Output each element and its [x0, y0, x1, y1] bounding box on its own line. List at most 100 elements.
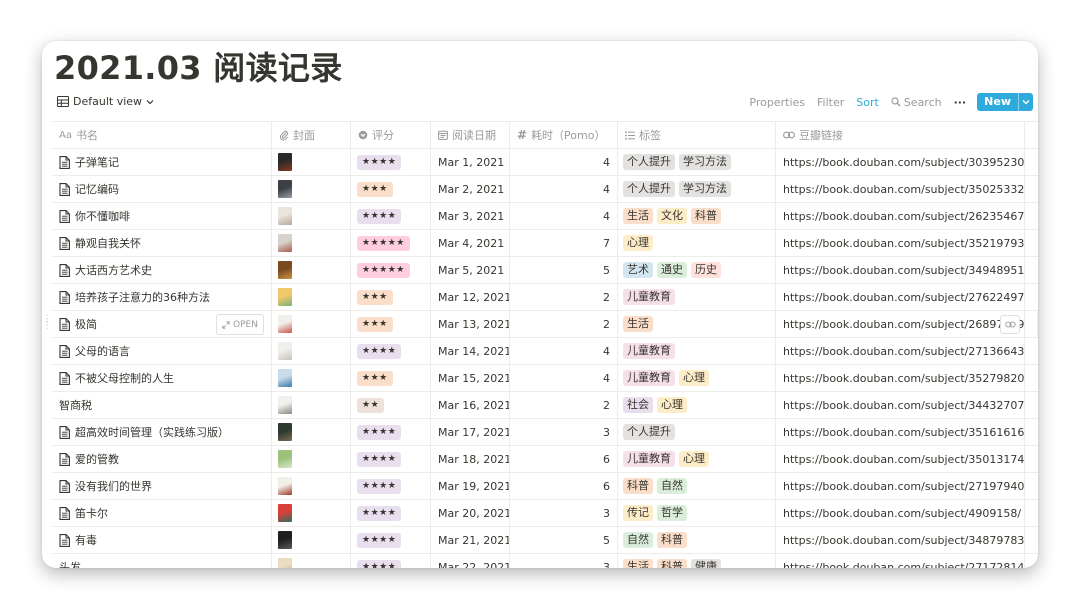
date-cell[interactable]: Mar 2, 2021	[431, 176, 510, 202]
date-cell[interactable]: Mar 15, 2021	[431, 365, 510, 391]
link-cell[interactable]: https://book.douban.com/subject/4909158/	[776, 500, 1025, 526]
time-cell[interactable]: 2	[510, 392, 618, 418]
cover-thumbnail[interactable]	[278, 477, 292, 495]
table-row[interactable]: 极简 ★★★ Mar 13, 2021 2 生活 https://book.douban.…	[42, 311, 1038, 338]
cover-thumbnail[interactable]	[278, 315, 292, 333]
sort-button[interactable]: Sort	[856, 96, 879, 109]
cover-cell[interactable]	[272, 257, 351, 283]
douban-link[interactable]: https://book.douban.com/subject/27136643…	[783, 345, 1024, 358]
cover-thumbnail[interactable]	[278, 153, 292, 171]
name-cell[interactable]: 智商税	[52, 392, 272, 418]
cover-thumbnail[interactable]	[278, 207, 292, 225]
time-cell[interactable]: 5	[510, 257, 618, 283]
name-cell[interactable]: 没有我们的世界	[52, 473, 272, 499]
cover-thumbnail[interactable]	[278, 342, 292, 360]
tags-cell[interactable]: 生活 文化 科普	[618, 203, 776, 229]
rating-cell[interactable]: ★★★★	[351, 149, 431, 175]
tags-cell[interactable]: 传记 哲学	[618, 500, 776, 526]
date-cell[interactable]: Mar 4, 2021	[431, 230, 510, 256]
name-cell[interactable]: 不被父母控制的人生	[52, 365, 272, 391]
douban-link[interactable]: https://book.douban.com/subject/35013174…	[783, 453, 1024, 466]
name-cell[interactable]: 静观自我关怀	[52, 230, 272, 256]
date-cell[interactable]: Mar 22, 2021	[431, 554, 510, 568]
cover-cell[interactable]	[272, 149, 351, 175]
rating-cell[interactable]: ★★★	[351, 365, 431, 391]
name-cell[interactable]: 培养孩子注意力的36种方法	[52, 284, 272, 310]
column-header-cover[interactable]: 封面	[272, 122, 351, 148]
link-cell[interactable]: https://book.douban.com/subject/34948951…	[776, 257, 1025, 283]
cover-thumbnail[interactable]	[278, 261, 292, 279]
column-header-date[interactable]: 阅读日期	[431, 122, 510, 148]
link-cell[interactable]: https://book.douban.com/subject/35219793…	[776, 230, 1025, 256]
rating-cell[interactable]: ★★★★	[351, 203, 431, 229]
new-dropdown-button[interactable]	[1018, 93, 1033, 111]
date-cell[interactable]: Mar 18, 2021	[431, 446, 510, 472]
date-cell[interactable]: Mar 17, 2021	[431, 419, 510, 445]
douban-link[interactable]: https://book.douban.com/subject/27197940…	[783, 480, 1024, 493]
column-header-link[interactable]: 豆瓣链接	[776, 122, 1025, 148]
rating-cell[interactable]: ★★★★★	[351, 257, 431, 283]
date-cell[interactable]: Mar 20, 2021	[431, 500, 510, 526]
douban-link[interactable]: https://book.douban.com/subject/34948951…	[783, 264, 1024, 277]
date-cell[interactable]: Mar 19, 2021	[431, 473, 510, 499]
tags-cell[interactable]: 科普 自然	[618, 473, 776, 499]
properties-button[interactable]: Properties	[749, 96, 805, 109]
tags-cell[interactable]: 社会 心理	[618, 392, 776, 418]
copy-link-button[interactable]	[1000, 315, 1020, 334]
link-cell[interactable]: https://book.douban.com/subject/34432707…	[776, 392, 1025, 418]
link-cell[interactable]: https://book.douban.com/subject/30395230…	[776, 149, 1025, 175]
cover-thumbnail[interactable]	[278, 423, 292, 441]
tags-cell[interactable]: 自然 科普	[618, 527, 776, 553]
cover-thumbnail[interactable]	[278, 396, 292, 414]
douban-link[interactable]: https://book.douban.com/subject/27172814…	[783, 561, 1024, 569]
tags-cell[interactable]: 个人提升 学习方法	[618, 149, 776, 175]
tags-cell[interactable]: 儿童教育	[618, 338, 776, 364]
table-row[interactable]: 笛卡尔 ★★★★ Mar 20, 2021 3 传记 哲学 https://book.dou…	[52, 500, 1038, 527]
time-cell[interactable]: 6	[510, 473, 618, 499]
tags-cell[interactable]: 儿童教育 心理	[618, 446, 776, 472]
tags-cell[interactable]: 儿童教育 心理	[618, 365, 776, 391]
link-cell[interactable]: https://book.douban.com/subject/35161616…	[776, 419, 1025, 445]
cover-thumbnail[interactable]	[278, 504, 292, 522]
cover-cell[interactable]	[272, 338, 351, 364]
date-cell[interactable]: Mar 21, 2021	[431, 527, 510, 553]
link-cell[interactable]: https://book.douban.com/subject/26235467…	[776, 203, 1025, 229]
new-button[interactable]: New	[977, 93, 1033, 111]
rating-cell[interactable]: ★★★★	[351, 500, 431, 526]
douban-link[interactable]: https://book.douban.com/subject/34879783…	[783, 534, 1024, 547]
link-cell[interactable]: https://book.douban.com/subject/26897699…	[776, 311, 1025, 337]
tags-cell[interactable]: 生活 科普 健康	[618, 554, 776, 568]
link-cell[interactable]: https://book.douban.com/subject/27136643…	[776, 338, 1025, 364]
filter-button[interactable]: Filter	[817, 96, 844, 109]
cover-thumbnail[interactable]	[278, 450, 292, 468]
date-cell[interactable]: Mar 12, 2021	[431, 284, 510, 310]
cover-cell[interactable]	[272, 230, 351, 256]
tags-cell[interactable]: 个人提升	[618, 419, 776, 445]
tags-cell[interactable]: 心理	[618, 230, 776, 256]
cover-cell[interactable]	[272, 392, 351, 418]
tags-cell[interactable]: 生活	[618, 311, 776, 337]
time-cell[interactable]: 2	[510, 284, 618, 310]
cover-cell[interactable]	[272, 527, 351, 553]
table-row[interactable]: 子弹笔记 ★★★★ Mar 1, 2021 4 个人提升 学习方法 https://book…	[52, 149, 1038, 176]
rating-cell[interactable]: ★★★	[351, 284, 431, 310]
cover-cell[interactable]	[272, 554, 351, 568]
cover-cell[interactable]	[272, 500, 351, 526]
table-row[interactable]: 你不懂咖啡 ★★★★ Mar 3, 2021 4 生活 文化 科普 https://book.…	[52, 203, 1038, 230]
link-cell[interactable]: https://book.douban.com/subject/34879783…	[776, 527, 1025, 553]
cover-cell[interactable]	[272, 473, 351, 499]
cover-thumbnail[interactable]	[278, 558, 292, 568]
table-row[interactable]: 智商税 ★★ Mar 16, 2021 2 社会 心理 https://book.douba…	[52, 392, 1038, 419]
douban-link[interactable]: https://book.douban.com/subject/26235467…	[783, 210, 1024, 223]
rating-cell[interactable]: ★★★★	[351, 554, 431, 568]
rating-cell[interactable]: ★★★★	[351, 446, 431, 472]
cover-thumbnail[interactable]	[278, 234, 292, 252]
rating-cell[interactable]: ★★★★	[351, 473, 431, 499]
rating-cell[interactable]: ★★★★	[351, 338, 431, 364]
time-cell[interactable]: 4	[510, 176, 618, 202]
more-options-button[interactable]: ···	[954, 96, 967, 109]
douban-link[interactable]: https://book.douban.com/subject/35219793…	[783, 237, 1024, 250]
time-cell[interactable]: 2	[510, 311, 618, 337]
link-cell[interactable]: https://book.douban.com/subject/27172814…	[776, 554, 1025, 568]
cover-cell[interactable]	[272, 311, 351, 337]
